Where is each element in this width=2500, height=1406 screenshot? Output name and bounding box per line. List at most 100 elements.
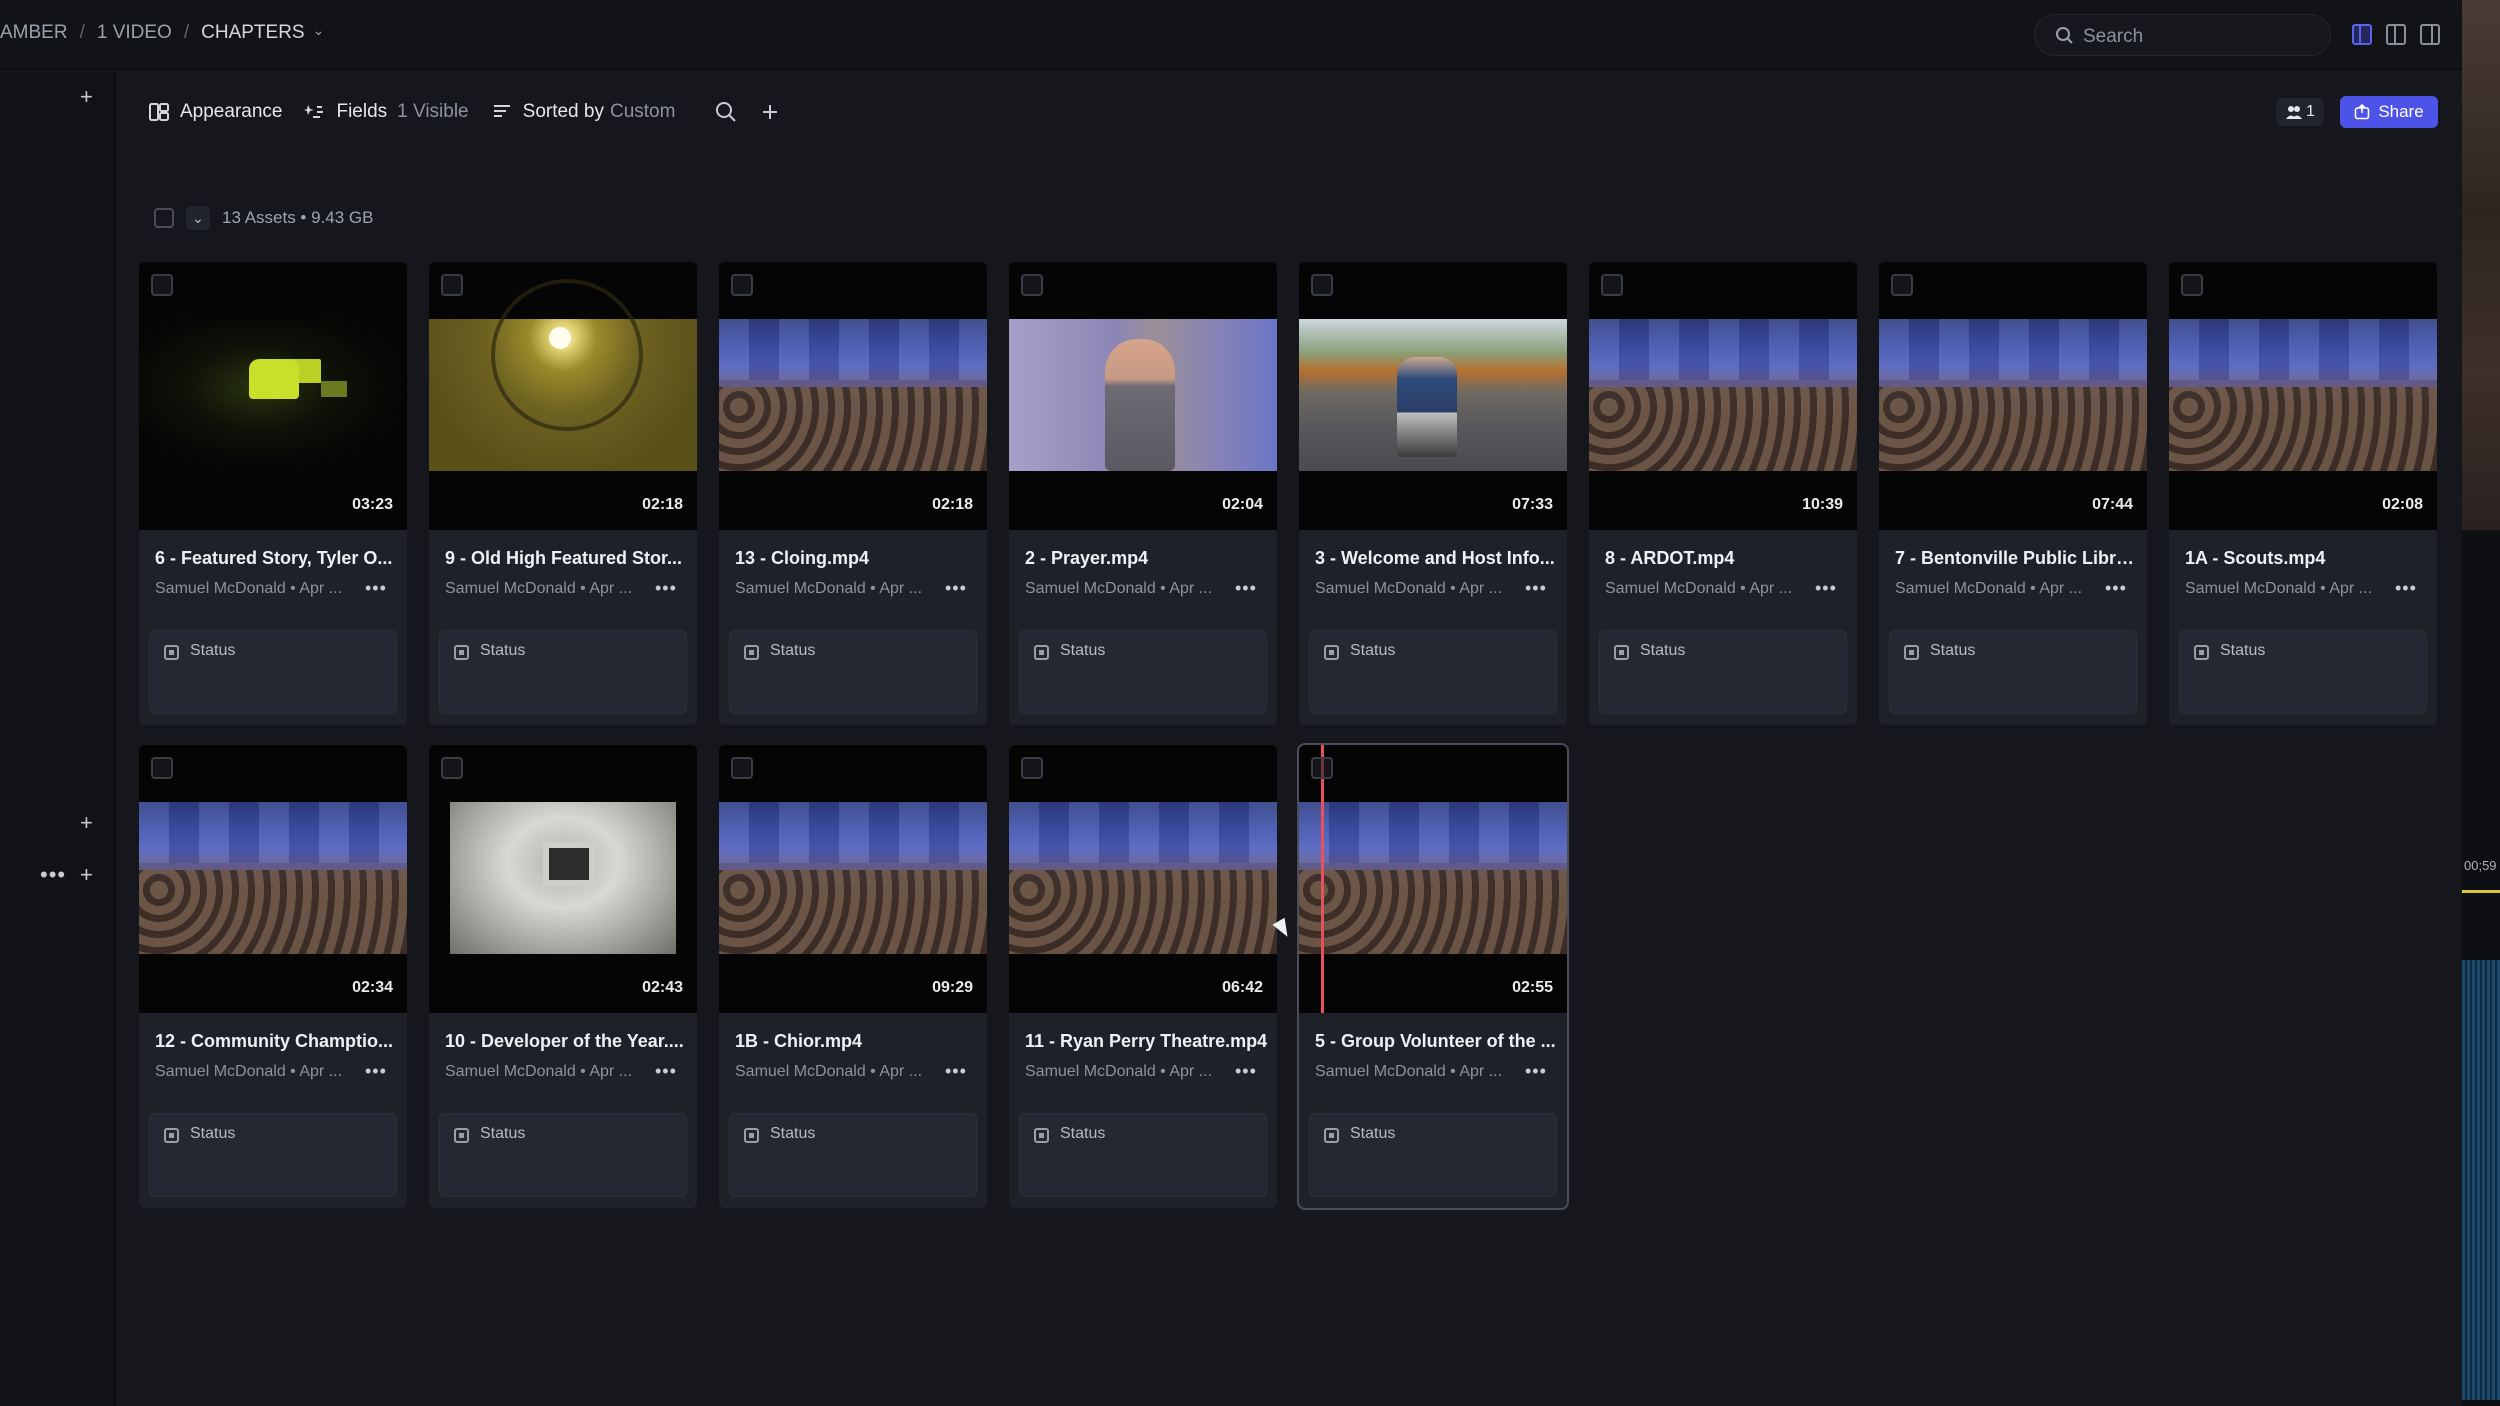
status-field[interactable]: Status: [2179, 630, 2427, 714]
chevron-down-icon[interactable]: ⌄: [186, 206, 210, 230]
asset-title[interactable]: 7 - Bentonville Public Libra...: [1895, 548, 2139, 569]
asset-thumbnail[interactable]: 10:39: [1589, 262, 1857, 530]
asset-checkbox[interactable]: [731, 757, 753, 779]
asset-checkbox[interactable]: [1021, 274, 1043, 296]
asset-card[interactable]: 03:23 6 - Featured Story, Tyler O... Sam…: [139, 262, 407, 725]
more-options-icon[interactable]: •••: [1525, 578, 1547, 599]
asset-title[interactable]: 13 - Cloing.mp4: [735, 548, 979, 569]
asset-card[interactable]: 10:39 8 - ARDOT.mp4 Samuel McDonald • Ap…: [1589, 262, 1857, 725]
asset-title[interactable]: 6 - Featured Story, Tyler O...: [155, 548, 399, 569]
split-layout-icon[interactable]: [2386, 24, 2406, 45]
asset-thumbnail[interactable]: 02:04: [1009, 262, 1277, 530]
asset-checkbox[interactable]: [1601, 274, 1623, 296]
more-icon[interactable]: •••: [40, 862, 66, 888]
more-options-icon[interactable]: •••: [365, 1061, 387, 1082]
asset-thumbnail[interactable]: 06:42: [1009, 745, 1277, 1013]
asset-checkbox[interactable]: [1311, 757, 1333, 779]
asset-checkbox[interactable]: [441, 757, 463, 779]
status-field[interactable]: Status: [1019, 1113, 1267, 1197]
add-icon[interactable]: +: [80, 810, 93, 836]
asset-title[interactable]: 10 - Developer of the Year....: [445, 1031, 689, 1052]
asset-checkbox[interactable]: [1311, 274, 1333, 296]
asset-card[interactable]: 02:18 9 - Old High Featured Stor... Samu…: [429, 262, 697, 725]
breadcrumb-item-folder[interactable]: 1 VIDEO: [97, 22, 172, 44]
asset-thumbnail[interactable]: 02:18: [429, 262, 697, 530]
more-options-icon[interactable]: •••: [1235, 578, 1257, 599]
asset-title[interactable]: 12 - Community Champtio...: [155, 1031, 399, 1052]
asset-title[interactable]: 9 - Old High Featured Stor...: [445, 548, 689, 569]
status-field[interactable]: Status: [1309, 630, 1557, 714]
status-field[interactable]: Status: [149, 1113, 397, 1197]
asset-title[interactable]: 8 - ARDOT.mp4: [1605, 548, 1849, 569]
share-button[interactable]: Share: [2340, 96, 2438, 128]
asset-checkbox[interactable]: [151, 274, 173, 296]
search-input[interactable]: Search: [2034, 14, 2331, 56]
asset-thumbnail[interactable]: 02:55: [1299, 745, 1567, 1013]
more-options-icon[interactable]: •••: [1815, 578, 1837, 599]
asset-thumbnail[interactable]: 07:33: [1299, 262, 1567, 530]
asset-checkbox[interactable]: [1891, 274, 1913, 296]
asset-thumbnail[interactable]: 02:34: [139, 745, 407, 1013]
collaborators-button[interactable]: 1: [2276, 98, 2324, 126]
more-options-icon[interactable]: •••: [2395, 578, 2417, 599]
add-icon[interactable]: +: [80, 84, 93, 110]
left-panel-layout-icon[interactable]: [2352, 24, 2372, 45]
status-field[interactable]: Status: [729, 1113, 977, 1197]
asset-thumbnail[interactable]: 07:44: [1879, 262, 2147, 530]
chevron-down-icon[interactable]: ⌄: [313, 22, 325, 44]
sort-button[interactable]: Sorted by Custom: [491, 101, 675, 123]
asset-thumbnail[interactable]: 09:29: [719, 745, 987, 1013]
more-options-icon[interactable]: •••: [655, 578, 677, 599]
more-options-icon[interactable]: •••: [655, 1061, 677, 1082]
asset-checkbox[interactable]: [2181, 274, 2203, 296]
asset-title[interactable]: 1A - Scouts.mp4: [2185, 548, 2429, 569]
asset-title[interactable]: 3 - Welcome and Host Info...: [1315, 548, 1559, 569]
search-icon[interactable]: [715, 101, 737, 123]
status-field[interactable]: Status: [1889, 630, 2137, 714]
more-options-icon[interactable]: •••: [945, 578, 967, 599]
asset-thumbnail[interactable]: 02:43: [429, 745, 697, 1013]
more-options-icon[interactable]: •••: [365, 578, 387, 599]
asset-card[interactable]: 02:43 10 - Developer of the Year.... Sam…: [429, 745, 697, 1208]
status-field[interactable]: Status: [1599, 630, 1847, 714]
more-options-icon[interactable]: •••: [945, 1061, 967, 1082]
asset-thumbnail[interactable]: 02:18: [719, 262, 987, 530]
asset-card[interactable]: 02:08 1A - Scouts.mp4 Samuel McDonald • …: [2169, 262, 2437, 725]
status-field[interactable]: Status: [729, 630, 977, 714]
asset-card[interactable]: 02:18 13 - Cloing.mp4 Samuel McDonald • …: [719, 262, 987, 725]
breadcrumb-item-project[interactable]: AMBER: [0, 22, 68, 44]
breadcrumb-item-current[interactable]: CHAPTERS: [201, 22, 304, 44]
add-icon[interactable]: [759, 101, 781, 123]
asset-thumbnail[interactable]: 02:08: [2169, 262, 2437, 530]
asset-card[interactable]: 02:04 2 - Prayer.mp4 Samuel McDonald • A…: [1009, 262, 1277, 725]
more-options-icon[interactable]: •••: [1525, 1061, 1547, 1082]
status-field[interactable]: Status: [439, 1113, 687, 1197]
asset-title[interactable]: 5 - Group Volunteer of the ...: [1315, 1031, 1559, 1052]
status-field[interactable]: Status: [439, 630, 687, 714]
more-options-icon[interactable]: •••: [2105, 578, 2127, 599]
select-all-checkbox[interactable]: [154, 208, 174, 228]
asset-card[interactable]: 02:34 12 - Community Champtio... Samuel …: [139, 745, 407, 1208]
asset-checkbox[interactable]: [731, 274, 753, 296]
asset-card[interactable]: 07:44 7 - Bentonville Public Libra... Sa…: [1879, 262, 2147, 725]
asset-title[interactable]: 11 - Ryan Perry Theatre.mp4: [1025, 1031, 1269, 1052]
asset-title[interactable]: 2 - Prayer.mp4: [1025, 548, 1269, 569]
more-options-icon[interactable]: •••: [1235, 1061, 1257, 1082]
appearance-button[interactable]: Appearance: [148, 101, 282, 123]
asset-checkbox[interactable]: [151, 757, 173, 779]
status-field[interactable]: Status: [149, 630, 397, 714]
scrub-playhead[interactable]: [1321, 745, 1324, 1013]
status-field[interactable]: Status: [1309, 1113, 1557, 1197]
asset-checkbox[interactable]: [1021, 757, 1043, 779]
asset-title[interactable]: 1B - Chior.mp4: [735, 1031, 979, 1052]
asset-card[interactable]: 06:42 11 - Ryan Perry Theatre.mp4 Samuel…: [1009, 745, 1277, 1208]
asset-checkbox[interactable]: [441, 274, 463, 296]
asset-card[interactable]: 02:55 5 - Group Volunteer of the ... Sam…: [1297, 743, 1569, 1210]
asset-card[interactable]: 09:29 1B - Chior.mp4 Samuel McDonald • A…: [719, 745, 987, 1208]
asset-thumbnail[interactable]: 03:23: [139, 262, 407, 530]
status-field[interactable]: Status: [1019, 630, 1267, 714]
add-icon[interactable]: +: [80, 862, 93, 888]
asset-card[interactable]: 07:33 3 - Welcome and Host Info... Samue…: [1299, 262, 1567, 725]
right-panel-layout-icon[interactable]: [2420, 24, 2440, 45]
fields-button[interactable]: Fields 1 Visible: [304, 101, 469, 123]
